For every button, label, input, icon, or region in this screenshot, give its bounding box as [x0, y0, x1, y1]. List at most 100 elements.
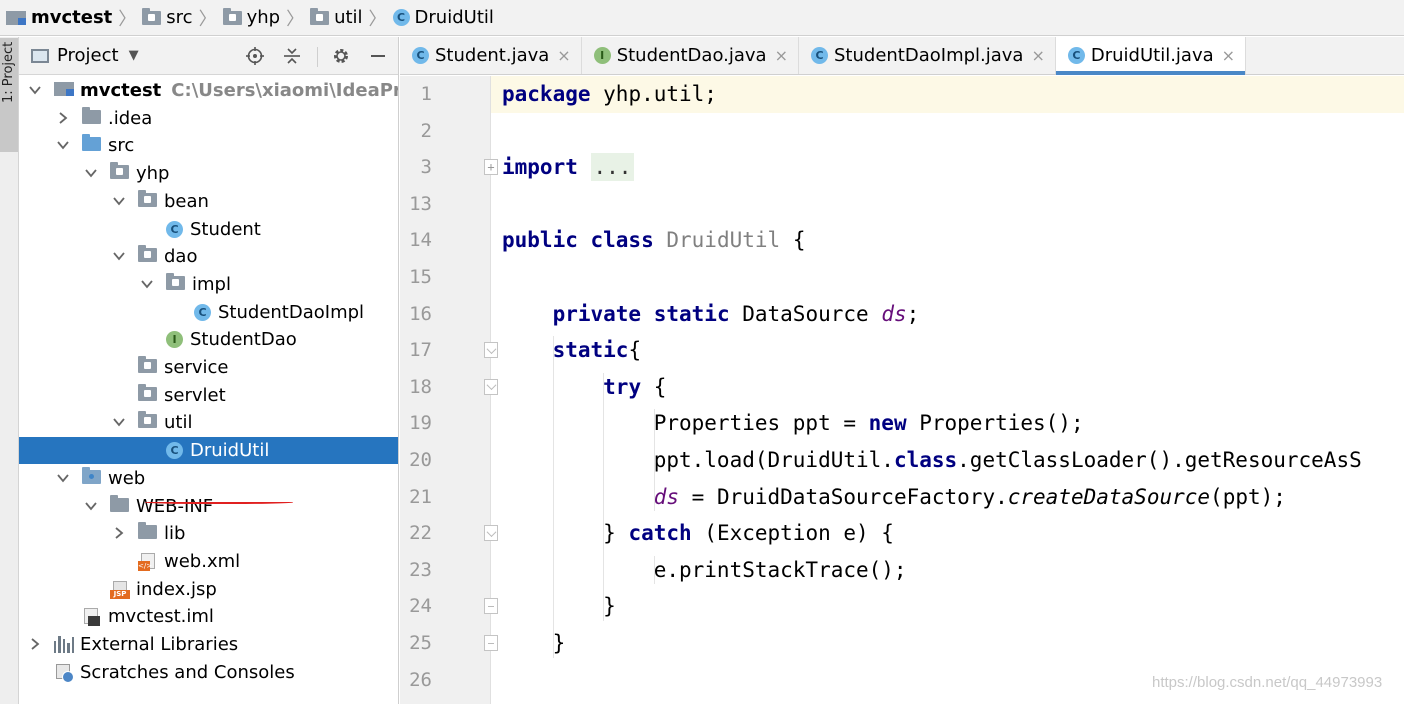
- code-token: class: [893, 448, 958, 472]
- close-icon[interactable]: ×: [775, 46, 788, 65]
- tree-item-label: DruidUtil: [190, 440, 269, 461]
- package-icon: [138, 411, 157, 429]
- chevron-down-icon[interactable]: [56, 138, 70, 152]
- tree-item[interactable]: mvctest.iml: [19, 603, 398, 630]
- tree-item-label: index.jsp: [136, 579, 217, 600]
- code-token: createDataSource: [1007, 484, 1211, 509]
- tree-item[interactable]: service: [19, 354, 398, 381]
- tree-item[interactable]: servlet: [19, 382, 398, 409]
- editor-tab[interactable]: C Student.java ×: [400, 37, 582, 74]
- chevron-down-icon[interactable]: [112, 249, 126, 263]
- tree-item-icon-wrap: C: [194, 303, 211, 321]
- code-token: (Exception e) {: [691, 521, 894, 546]
- tree-item-text: dao: [164, 246, 198, 268]
- tree-item[interactable]: impl: [19, 271, 398, 298]
- tree-item[interactable]: External Libraries: [19, 631, 398, 658]
- tree-item[interactable]: util: [19, 409, 398, 436]
- breadcrumb-label: DruidUtil: [414, 7, 494, 28]
- code-editor[interactable]: 1 package yhp.util; 2 3 import ... 13 14 public…: [400, 76, 1404, 704]
- tree-item[interactable]: I StudentDao: [19, 326, 398, 353]
- tree-item[interactable]: bean: [19, 188, 398, 215]
- chevron-down-icon[interactable]: [84, 166, 98, 180]
- breadcrumb-item[interactable]: C DruidUtil: [392, 7, 494, 28]
- tree-item[interactable]: </> web.xml: [19, 548, 398, 575]
- chevron-down-icon[interactable]: [140, 277, 154, 291]
- tree-item[interactable]: Scratches and Consoles: [19, 659, 398, 686]
- gear-icon[interactable]: [330, 45, 352, 67]
- tree-item[interactable]: C Student: [19, 216, 398, 243]
- package-dot-icon: [144, 251, 151, 259]
- code-line[interactable]: }: [400, 588, 1404, 625]
- chevron-right-icon[interactable]: [112, 526, 126, 540]
- fold-marker-icon[interactable]: [484, 635, 498, 651]
- code-line[interactable]: private static DataSource ds;: [400, 296, 1404, 333]
- package-dot-icon: [316, 13, 324, 21]
- code-text: e.printStackTrace();: [502, 552, 907, 589]
- code-line[interactable]: static{: [400, 332, 1404, 369]
- code-token: {: [780, 228, 806, 253]
- tree-item[interactable]: C DruidUtil: [19, 437, 398, 465]
- code-line[interactable]: public class DruidUtil {: [400, 222, 1404, 259]
- fold-marker-icon[interactable]: +: [484, 159, 498, 176]
- library-bar-icon: [54, 641, 57, 653]
- collapse-all-icon[interactable]: [281, 45, 303, 67]
- package-dot-icon: [116, 168, 123, 176]
- tree-item-icon-wrap: [138, 189, 157, 207]
- code-token: try: [603, 374, 642, 399]
- chevron-right-icon[interactable]: [28, 637, 42, 651]
- code-token: private static: [552, 301, 730, 326]
- tree-item-icon-wrap: [82, 106, 101, 124]
- code-line[interactable]: try {: [400, 369, 1404, 406]
- close-icon[interactable]: ×: [1031, 46, 1044, 65]
- fold-marker-icon[interactable]: [484, 378, 498, 395]
- breadcrumb-item[interactable]: util: [310, 7, 363, 28]
- code-line[interactable]: [400, 259, 1404, 296]
- code-line[interactable]: ppt.load(DruidUtil.class.getClassLoader(…: [400, 442, 1404, 479]
- fold-marker-icon[interactable]: [484, 525, 498, 542]
- chevron-down-icon[interactable]: [84, 499, 98, 513]
- tree-item[interactable]: dao: [19, 243, 398, 270]
- chevron-down-icon[interactable]: [112, 415, 126, 429]
- fold-marker-icon[interactable]: [484, 598, 498, 615]
- tree-item[interactable]: web: [19, 465, 398, 492]
- tree-item[interactable]: .idea: [19, 105, 398, 132]
- tree-item-icon-wrap: I: [166, 331, 183, 349]
- close-icon[interactable]: ×: [1222, 46, 1235, 65]
- code-line[interactable]: e.printStackTrace();: [400, 552, 1404, 589]
- code-line[interactable]: ds = DruidDataSourceFactory.createDataSo…: [400, 479, 1404, 516]
- code-line[interactable]: }: [400, 625, 1404, 662]
- code-line[interactable]: [400, 186, 1404, 223]
- chevron-down-icon[interactable]: [112, 194, 126, 208]
- code-line[interactable]: } catch (Exception e) {: [400, 515, 1404, 552]
- code-line[interactable]: package yhp.util;: [400, 76, 1404, 113]
- chevron-right-icon[interactable]: [56, 111, 70, 125]
- code-line[interactable]: Properties ppt = new Properties();: [400, 405, 1404, 442]
- project-view-selector[interactable]: Project: [57, 45, 119, 66]
- tree-item[interactable]: lib: [19, 520, 398, 547]
- tree-item[interactable]: C StudentDaoImpl: [19, 299, 398, 326]
- tree-item[interactable]: mvctest C:\Users\xiaomi\IdeaProjects: [19, 77, 398, 104]
- package-icon: [138, 383, 157, 401]
- code-token: }: [502, 521, 629, 546]
- code-line[interactable]: import ...: [400, 149, 1404, 186]
- editor-tab[interactable]: C StudentDaoImpl.java ×: [799, 37, 1056, 74]
- fold-marker-icon[interactable]: [484, 342, 498, 359]
- tree-item[interactable]: JSP index.jsp: [19, 576, 398, 603]
- editor-tab[interactable]: C DruidUtil.java ×: [1055, 37, 1247, 75]
- breadcrumb-item[interactable]: src: [142, 7, 193, 28]
- breadcrumb-item[interactable]: mvctest: [6, 7, 112, 28]
- editor-tab[interactable]: I StudentDao.java ×: [582, 37, 799, 74]
- chevron-down-icon[interactable]: [56, 471, 70, 485]
- code-line[interactable]: [400, 113, 1404, 150]
- tree-item-label: src: [108, 135, 134, 156]
- chevron-down-icon[interactable]: ▼: [129, 48, 139, 63]
- code-token: {: [628, 338, 642, 363]
- tree-item[interactable]: yhp: [19, 160, 398, 187]
- chevron-down-icon[interactable]: [28, 83, 42, 97]
- close-icon[interactable]: ×: [557, 46, 570, 65]
- tree-item[interactable]: WEB-INF: [19, 493, 398, 520]
- breadcrumb-item[interactable]: yhp: [222, 7, 280, 28]
- tree-item[interactable]: src: [19, 132, 398, 159]
- minimize-icon[interactable]: [367, 45, 389, 67]
- target-icon[interactable]: [244, 45, 266, 67]
